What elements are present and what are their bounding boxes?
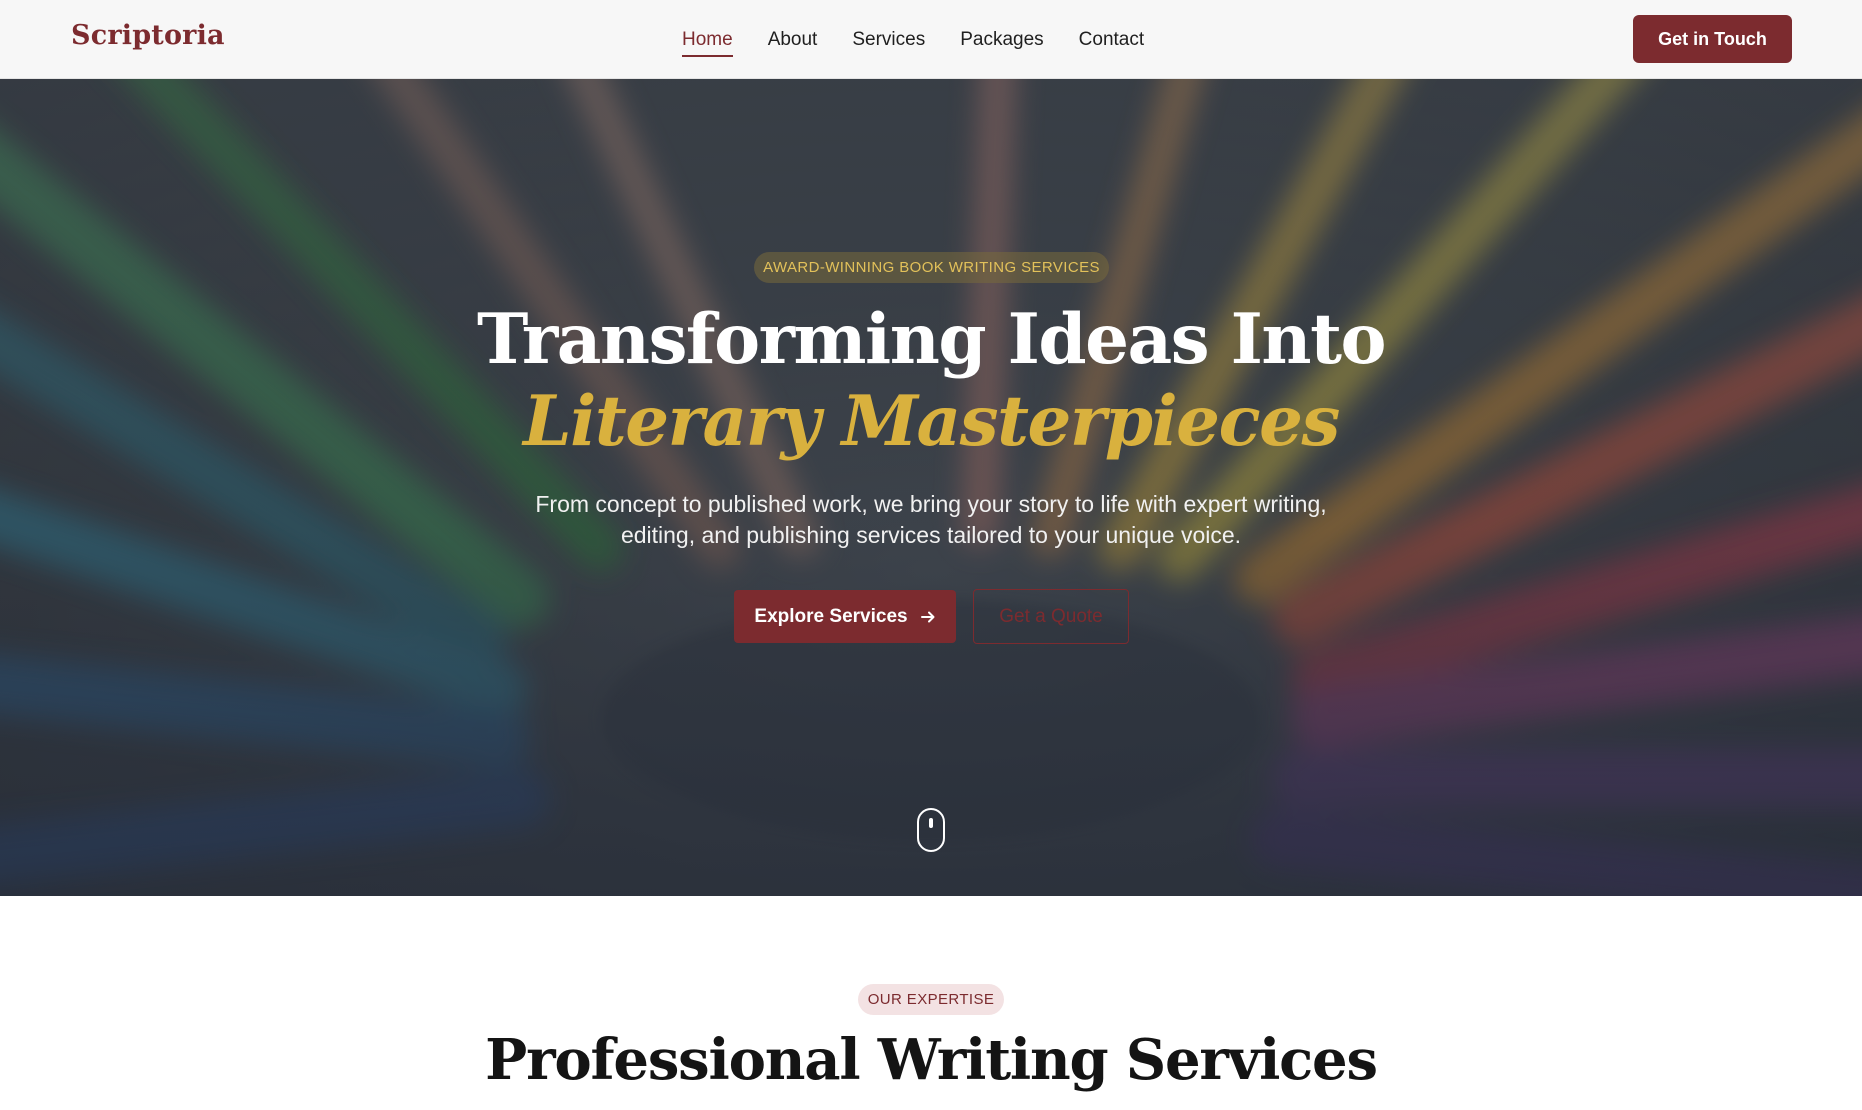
hero-subtitle: From concept to published work, we bring…: [535, 491, 1327, 548]
explore-services-label: Explore Services: [754, 605, 908, 627]
hero-title-accent: Literary Masterpieces: [523, 381, 1340, 462]
nav-link-contact[interactable]: Contact: [1079, 23, 1144, 57]
mouse-icon[interactable]: [917, 808, 945, 852]
expertise-title: Professional Writing Services: [485, 1027, 1378, 1093]
award-badge: AWARD-WINNING BOOK WRITING SERVICES: [754, 252, 1109, 283]
get-a-quote-button[interactable]: Get a Quote: [973, 589, 1129, 644]
nav-link-home[interactable]: Home: [682, 23, 733, 57]
arrow-right-icon: [920, 611, 935, 622]
navbar: Scriptoria Home About Services Packages …: [0, 0, 1862, 79]
hero-overlay: [0, 79, 1862, 896]
nav-link-packages[interactable]: Packages: [960, 23, 1043, 57]
expertise-badge: OUR EXPERTISE: [858, 984, 1004, 1015]
explore-services-button[interactable]: Explore Services: [734, 590, 956, 643]
nav-link-services[interactable]: Services: [852, 23, 925, 57]
get-in-touch-button[interactable]: Get in Touch: [1633, 15, 1792, 63]
brand-logo[interactable]: Scriptoria: [71, 20, 225, 51]
hero-title-main: Transforming Ideas Into: [477, 299, 1386, 380]
nav-link-about[interactable]: About: [768, 23, 818, 57]
hero-title: Transforming Ideas Into Literary Masterp…: [331, 299, 1531, 463]
hero-section: AWARD-WINNING BOOK WRITING SERVICES Tran…: [0, 79, 1862, 896]
main-nav: Home About Services Packages Contact: [682, 0, 1144, 79]
